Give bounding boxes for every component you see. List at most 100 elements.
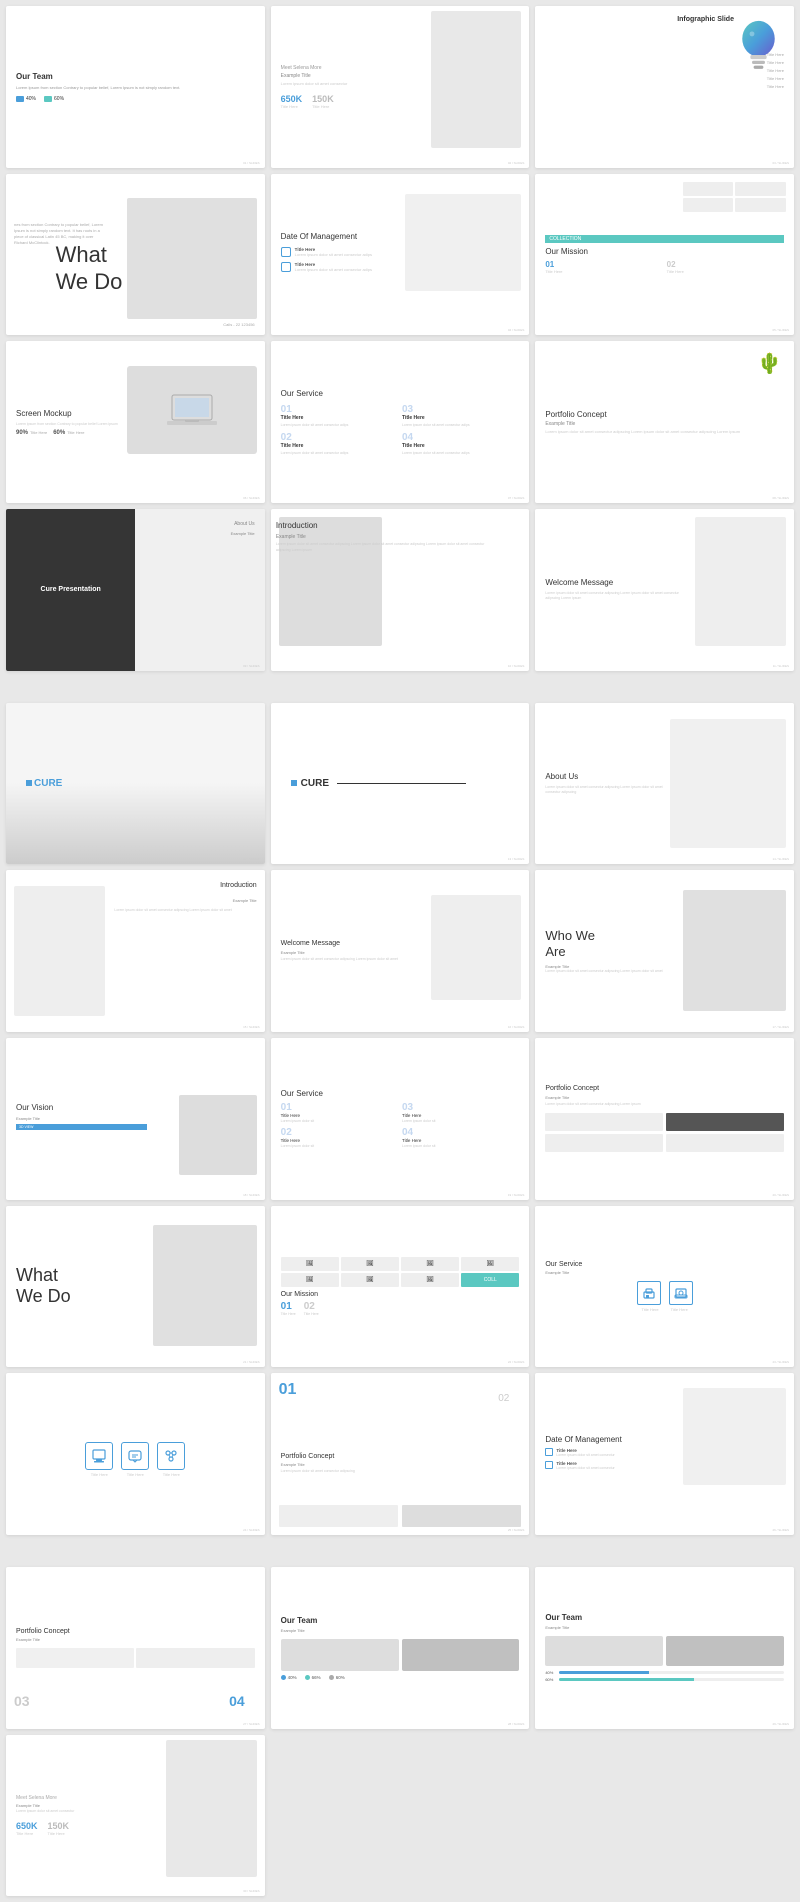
progress-fill-1 — [559, 1671, 649, 1674]
our-team2-stat-val-3: 60% — [336, 1675, 345, 1680]
item2-text: Lorem ipsum dolor sit amet consectur adi… — [295, 267, 372, 273]
cure-row: CURE — [291, 778, 466, 789]
portfolio3-example: Example Title — [281, 1462, 520, 1467]
mission-num2: 02 — [667, 260, 784, 269]
slide-number: 15 / SLIDES — [243, 1025, 260, 1029]
slide-our-team: Our Team Lorem Ipsum from section Contra… — [6, 6, 265, 168]
service-icon-1 — [85, 1442, 113, 1470]
slide-number: 18 / SLIDES — [243, 1193, 260, 1197]
our-team2-img-1 — [281, 1639, 399, 1671]
about-us-about-label: About Us — [234, 521, 255, 527]
slide-our-team-body: Lorem Ipsum from section Contrary to pop… — [16, 85, 255, 91]
slide-our-service-2: Our Service 01 Title Here Lorem ipsum do… — [271, 1038, 530, 1200]
portfolio4-num-04: 04 — [229, 1693, 245, 1709]
portfolio-example: Example Title — [545, 421, 784, 427]
slide-meet-selena-2: Meet Selena More Example Title Lorem ips… — [6, 1735, 265, 1897]
who-we-are-body: Lorem ipsum dolor sit amet consectur adi… — [545, 969, 676, 974]
mission-text1: Title Here — [545, 269, 662, 274]
service-num-2: 02 — [281, 432, 398, 443]
slide-number: 27 / SLIDES — [243, 1722, 260, 1726]
service3-labels: Title Here Title Here — [545, 1307, 784, 1312]
service-title-1: Title Here — [281, 415, 398, 421]
stat-value-1: 40% — [26, 96, 36, 102]
our-team2-stat-2: 66% — [305, 1675, 321, 1680]
slide-number: 29 / SLIDES — [772, 1722, 789, 1726]
date-mgmt2-image — [683, 1388, 786, 1485]
portfolio3-body: Lorem ipsum dolor sit amet consectur adi… — [281, 1469, 520, 1474]
slide-number: 22 / SLIDES — [508, 1360, 525, 1364]
stat-label-2: Title Here — [67, 430, 84, 435]
introduction-example: Example Title — [276, 534, 522, 540]
introduction-title: Introduction — [276, 521, 522, 530]
slide-number: 11 / SLIDES — [773, 664, 789, 668]
service-num-3: 03 — [402, 404, 519, 415]
our-service3-title: Our Service — [545, 1261, 784, 1268]
section-gap-1 — [6, 677, 794, 697]
slide-about-us: Cure Presentation About Us Example Title… — [6, 509, 265, 671]
our-team2-img-2 — [402, 1639, 520, 1671]
service3-label-1: Title Here — [641, 1307, 658, 1312]
stat-icon-1 — [16, 96, 24, 102]
item1-text: Lorem ipsum dolor sit amet consectur adi… — [295, 252, 372, 258]
service-icon-item-2: Title Here — [121, 1442, 149, 1477]
portfolio3-num-big: 01 — [279, 1381, 297, 1399]
service-item-1: 01 Title Here Lorem ipsum dolor sit amet… — [281, 404, 398, 428]
service-title-2: Title Here — [281, 443, 398, 449]
service-text-3: Lorem ipsum dolor sit amet consectur adi… — [402, 423, 519, 428]
portfolio4-title: Portfolio Concept — [16, 1628, 255, 1635]
service2-title-2: Title Here — [281, 1138, 398, 1143]
mission-item2: 02 Title Here — [667, 260, 784, 274]
service-item-3: 03 Title Here Lorem ipsum dolor sit amet… — [402, 404, 519, 428]
welcome-body: Lorem ipsum dolor sit amet consectur adi… — [545, 591, 688, 602]
portfolio3-img-1 — [279, 1505, 398, 1527]
our-team3-example: Example Title — [545, 1625, 784, 1630]
slide-meet-selena: Meet Selena More Example Title Lorem ips… — [271, 6, 530, 168]
what-we-do-contact: Calls - 22 123456 — [223, 322, 254, 327]
forest-gradient — [6, 783, 265, 864]
our-service3-example: Example Title — [545, 1270, 784, 1275]
portfolio3-num-big2: 02 — [498, 1393, 509, 1404]
our-team2-example: Example Title — [281, 1628, 520, 1633]
slide-portfolio-concept: 🌵 Portfolio Concept Example Title Lorem … — [535, 341, 794, 503]
portfolio2-title: Portfolio Concept — [545, 1085, 784, 1092]
vision-image — [179, 1095, 257, 1176]
slide-number: 17 / SLIDES — [772, 1025, 789, 1029]
slide-number: 25 / SLIDES — [508, 1528, 525, 1532]
slide-portfolio-2: Portfolio Concept Example Title Lorem ip… — [535, 1038, 794, 1200]
slide-our-service-3: Our Service Example Title Title Here Tit… — [535, 1206, 794, 1368]
mission2-icon-grid: 🖼 🖼 🖼 🖼 🖼 🖼 🖼 COLL — [281, 1257, 520, 1287]
slide-number: 07 / SLIDES — [508, 496, 525, 500]
slide-number: 01 / SLIDES — [243, 161, 260, 165]
slide-number: 21 / SLIDES — [243, 1360, 260, 1364]
portfolio4-example: Example Title — [16, 1637, 255, 1642]
our-team3-img-2 — [666, 1636, 784, 1666]
slide-introduction: Introduction Example Title Lorem ipsum d… — [271, 509, 530, 671]
stat-value-2: 60% — [54, 96, 64, 102]
stat-val-1: 90% — [16, 430, 28, 436]
welcome-image — [695, 517, 786, 646]
progress-row-1: 40% — [545, 1670, 784, 1675]
service-icons-row: Title Here Title Here Title Here — [16, 1442, 255, 1477]
service2-item-2: 02 Title Here Lorem ipsum dolor sit — [281, 1127, 398, 1148]
our-team2-stat-3: 60% — [329, 1675, 345, 1680]
service-item-4: 04 Title Here Lorem ipsum dolor sit amet… — [402, 432, 519, 456]
mission2-icon-2: 🖼 — [341, 1257, 399, 1271]
slide-number: 03 / SLIDES — [772, 161, 789, 165]
slide-our-team-3: Our Team Example Title 40% 60% 29 / SLID… — [535, 1567, 794, 1729]
person-image — [431, 11, 522, 148]
slide-our-team-2: Our Team Example Title 40% 66% 60% 28 / … — [271, 1567, 530, 1729]
service-icon-2 — [121, 1442, 149, 1470]
service2-item-1: 01 Title Here Lorem ipsum dolor sit — [281, 1102, 398, 1123]
progress-fill-2 — [559, 1678, 694, 1681]
service2-title-1: Title Here — [281, 1113, 398, 1118]
slide-number: 10 / SLIDES — [508, 664, 525, 668]
our-team2-title: Our Team — [281, 1616, 520, 1625]
meet-selena-num1: 650K — [281, 94, 303, 104]
slide-number: 08 / SLIDES — [772, 496, 789, 500]
portfolio-desc: Lorem ipsum dolor sit amet consectur adi… — [545, 429, 784, 435]
service-icon-label-2: Title Here — [127, 1472, 144, 1477]
slide-our-mission-2: 🖼 🖼 🖼 🖼 🖼 🖼 🖼 COLL Our Mission 01 Title … — [271, 1206, 530, 1368]
service-title-3: Title Here — [402, 415, 519, 421]
slide-cure-cover2: CURE 13 / SLIDES — [271, 703, 530, 865]
slide-date-management: Date Of Management Title Here Lorem ipsu… — [271, 174, 530, 336]
